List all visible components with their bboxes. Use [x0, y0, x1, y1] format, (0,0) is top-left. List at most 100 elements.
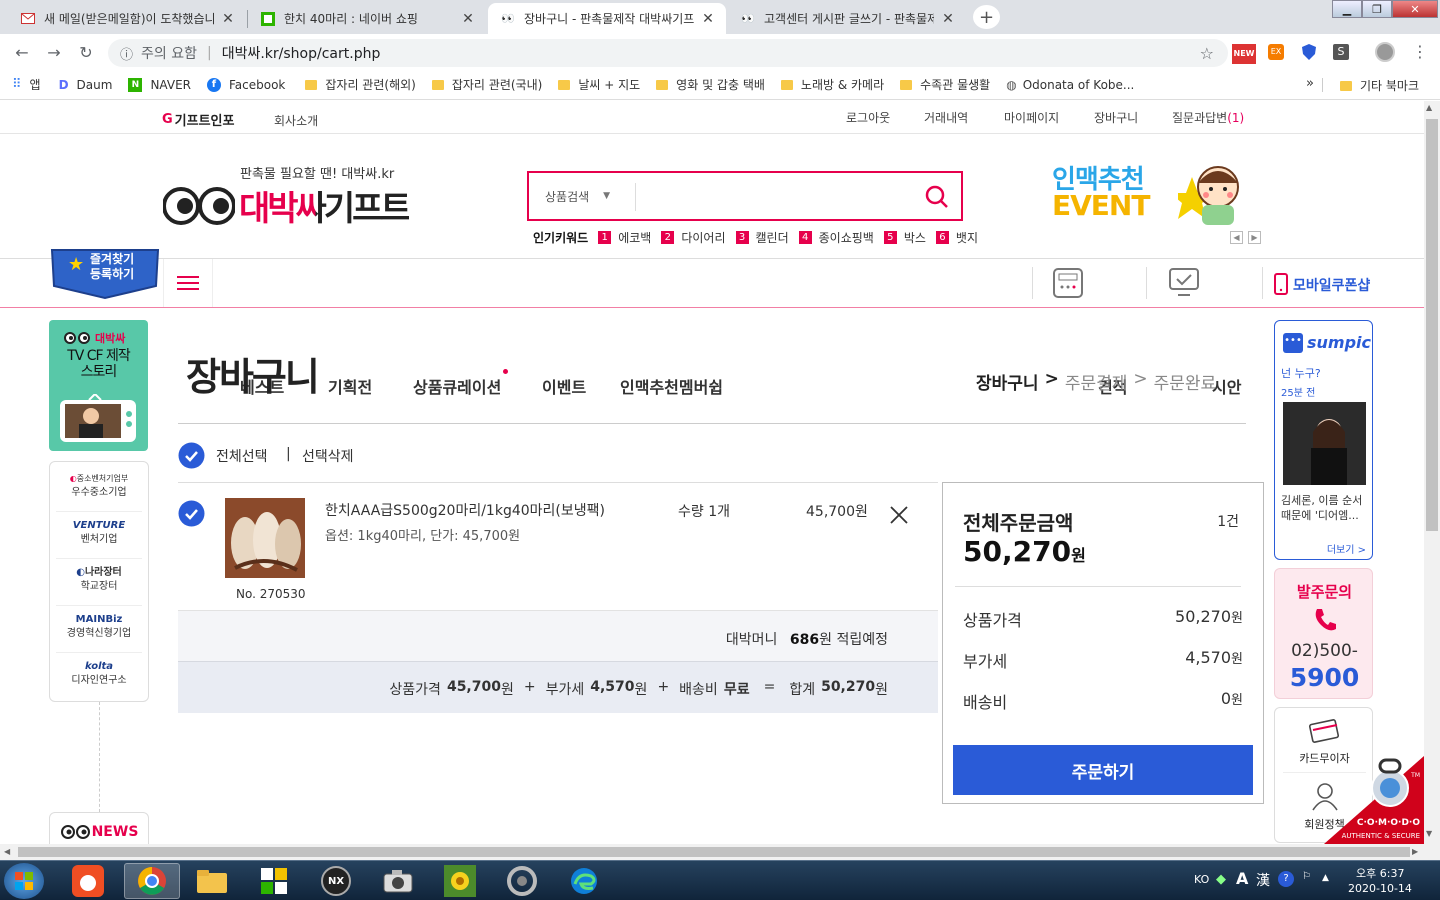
cert-item[interactable]: VENTURE 벤처기업: [56, 513, 142, 559]
bookmark-other[interactable]: 기타 북마크: [1340, 77, 1419, 94]
order-button[interactable]: 주문하기: [953, 745, 1253, 795]
scroll-thumb[interactable]: [1426, 119, 1438, 531]
bookmark-naver[interactable]: N NAVER: [128, 77, 191, 92]
banner-next-button[interactable]: ▶: [1248, 231, 1261, 244]
ime-indicator[interactable]: KO: [1194, 873, 1209, 886]
search-input[interactable]: [641, 177, 911, 217]
comodo-badge[interactable]: C·O·M·O·D·O AUTHENTIC & SECURE TM: [1324, 756, 1424, 844]
qna-link[interactable]: 질문과답변(1): [1172, 109, 1244, 126]
monitor-check-icon[interactable]: [1168, 267, 1200, 299]
star-icon[interactable]: ☆: [1200, 44, 1214, 63]
cert-item[interactable]: kolta 디자인연구소: [56, 654, 142, 698]
bookmark-folder[interactable]: 날씨 + 지도: [558, 76, 640, 93]
scroll-right-icon[interactable]: ▶: [1412, 847, 1418, 856]
banner-prev-button[interactable]: ◀: [1230, 231, 1243, 244]
item-checkbox[interactable]: [178, 500, 205, 527]
history-link[interactable]: 거래내역: [924, 109, 968, 126]
hamburger-menu-icon[interactable]: [163, 259, 213, 307]
mypage-link[interactable]: 마이페이지: [1004, 109, 1059, 126]
favorite-badge[interactable]: ★ 즐겨찾기 등록하기: [50, 246, 160, 300]
ex-extension-icon[interactable]: EX: [1268, 44, 1284, 60]
logout-link[interactable]: 로그아웃: [846, 109, 890, 126]
product-name[interactable]: 한치AAA급S500g20마리/1kg40마리(보냉팩): [325, 500, 605, 520]
clock-date[interactable]: 2020-10-14: [1348, 882, 1412, 895]
taskbar-app[interactable]: [62, 863, 114, 899]
menu-kebab-icon[interactable]: ⋮: [1412, 42, 1428, 61]
close-icon[interactable]: ✕: [460, 11, 476, 27]
hot-keyword[interactable]: 뱃지: [956, 229, 978, 246]
horizontal-scrollbar[interactable]: ◀ ▶: [0, 844, 1440, 860]
close-icon[interactable]: ✕: [220, 11, 236, 27]
cert-item[interactable]: ◐나라장터 학교장터: [56, 560, 142, 606]
tab-mail[interactable]: 새 메일(받은메일함)이 도착했습니다 ✕: [8, 3, 246, 34]
s-extension-icon[interactable]: S: [1333, 44, 1349, 60]
select-all-label[interactable]: 전체선택: [216, 446, 268, 466]
minimize-button[interactable]: ▁: [1332, 0, 1362, 18]
site-logo[interactable]: 대박싸기프트: [163, 181, 412, 230]
search-icon[interactable]: [925, 185, 949, 209]
hot-keyword[interactable]: 에코백: [618, 229, 651, 246]
order-inquiry-box[interactable]: 발주문의 02)500- 5900: [1274, 568, 1373, 699]
bookmark-odonata[interactable]: ◍ Odonata of Kobe...: [1006, 78, 1134, 92]
reload-button[interactable]: ↻: [70, 36, 102, 68]
scroll-up-icon[interactable]: ▲: [1426, 103, 1432, 112]
new-extension-icon[interactable]: NEW: [1232, 44, 1256, 64]
taskbar-explorer[interactable]: [186, 863, 238, 899]
product-thumbnail[interactable]: [225, 498, 305, 578]
taskbar-app[interactable]: [496, 863, 548, 899]
chevron-down-icon[interactable]: ▼: [603, 191, 610, 201]
calculator-icon[interactable]: [1053, 268, 1083, 298]
back-button[interactable]: ←: [6, 36, 38, 68]
taskbar-app[interactable]: [434, 863, 486, 899]
shield-icon[interactable]: [1302, 44, 1316, 60]
delete-selected-button[interactable]: 선택삭제: [302, 446, 354, 466]
taskbar-edge[interactable]: [558, 863, 610, 899]
event-banner[interactable]: 인맥추천 EVENT: [1050, 157, 1250, 227]
tab-cart[interactable]: 👀 장바구니 - 판촉물제작 대박싸기프트 ✕: [488, 3, 726, 34]
news-box[interactable]: NEWS: [49, 812, 149, 844]
window-close-button[interactable]: ✕: [1392, 0, 1438, 18]
search-category-select[interactable]: 상품검색: [545, 188, 589, 205]
more-bookmarks-button[interactable]: »: [1306, 76, 1314, 91]
tvcf-banner[interactable]: 대박싸 TV CF 제작 스토리: [49, 320, 148, 451]
select-all-checkbox[interactable]: [178, 442, 205, 469]
forward-button[interactable]: →: [38, 36, 70, 68]
close-icon[interactable]: ✕: [700, 11, 716, 27]
cert-item[interactable]: MAINBiz 경영혁신형기업: [56, 607, 142, 653]
help-icon[interactable]: ?: [1278, 871, 1294, 887]
tab-naver-shopping[interactable]: 한치 40마리 : 네이버 쇼핑 ✕: [248, 3, 486, 34]
scroll-thumb[interactable]: [18, 847, 1410, 857]
address-bar[interactable]: ⓘ 주의 요함 | 대박싸.kr/shop/cart.php ☆: [108, 39, 1228, 67]
nav-curation[interactable]: 상품큐레이션: [413, 374, 501, 398]
taskbar-app[interactable]: [248, 863, 300, 899]
hot-keyword[interactable]: 캘린더: [756, 229, 789, 246]
tray-expand-icon[interactable]: ▲: [1322, 873, 1329, 883]
maximize-button[interactable]: ❐: [1362, 0, 1392, 18]
nav-event[interactable]: 이벤트: [542, 374, 586, 398]
taskbar-chrome[interactable]: [124, 863, 180, 899]
sumpic-widget[interactable]: ••• sumpic 넌 누구? 25분 전 김세론, 이름 순서 때문에 '디…: [1274, 320, 1373, 560]
remove-item-icon[interactable]: [889, 505, 909, 525]
vertical-scrollbar[interactable]: ▲ ▼: [1424, 101, 1440, 844]
ime-mode[interactable]: A: [1236, 869, 1248, 888]
bookmark-facebook[interactable]: f Facebook: [206, 77, 285, 92]
network-icon[interactable]: ◆: [1216, 872, 1226, 887]
bookmark-daum[interactable]: D Daum: [59, 78, 113, 92]
scroll-down-icon[interactable]: ▼: [1426, 829, 1432, 838]
about-link[interactable]: 회사소개: [274, 112, 318, 129]
hot-keyword[interactable]: 종이쇼핑백: [819, 229, 874, 246]
bookmark-folder[interactable]: 노래방 & 카메라: [780, 76, 884, 93]
nav-exhibition[interactable]: 기획전: [328, 374, 372, 398]
bookmark-folder[interactable]: 영화 및 갑충 택배: [656, 76, 765, 93]
cart-link[interactable]: 장바구니: [1094, 109, 1138, 126]
taskbar-camera[interactable]: [372, 863, 424, 899]
nav-design[interactable]: 시안: [1212, 374, 1241, 398]
tray-icon[interactable]: ⚐: [1302, 871, 1311, 882]
scroll-left-icon[interactable]: ◀: [4, 847, 10, 856]
bookmark-folder[interactable]: 잡자리 관련(해외): [305, 76, 416, 93]
tab-support[interactable]: 👀 고객센터 게시판 글쓰기 - 판촉물제작 ✕: [728, 3, 966, 34]
clock-time[interactable]: 오후 6:37: [1356, 865, 1404, 881]
profile-avatar[interactable]: [1375, 42, 1395, 62]
hanja-mode[interactable]: 漢: [1256, 870, 1270, 890]
giftinfo-logo[interactable]: G 기프트인포: [162, 110, 234, 129]
